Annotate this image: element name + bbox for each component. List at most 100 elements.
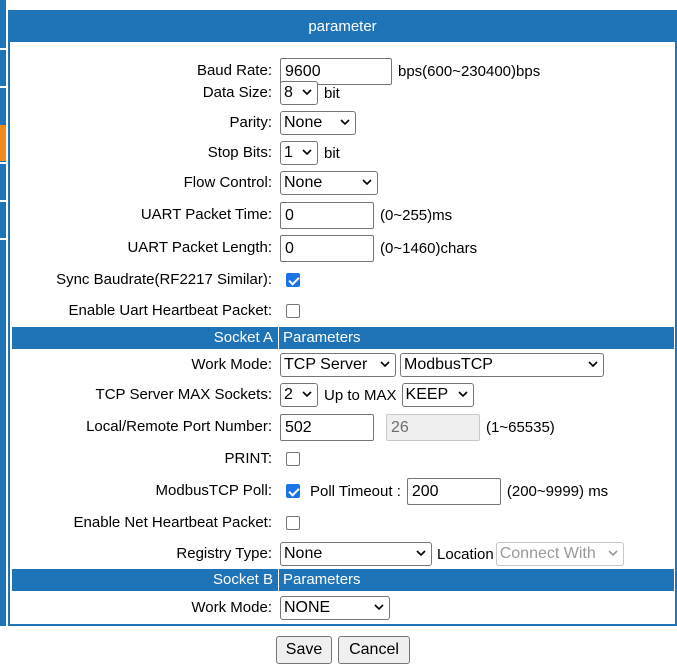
parity-select[interactable]: None (280, 111, 356, 135)
data-size-select[interactable]: 8 (280, 81, 318, 105)
nav-active-indicator[interactable] (0, 125, 6, 161)
row-socket-b-work-mode: Work Mode: NONE (10, 593, 675, 623)
row-max-sockets: TCP Server MAX Sockets: 2 Up to MAX KEEP (10, 380, 675, 410)
socket-b-work-mode-value: NONE (284, 599, 331, 616)
row-flow-control: Flow Control: None (10, 168, 675, 198)
max-sockets-label: TCP Server MAX Sockets: (95, 386, 272, 403)
port-range: (1~65535) (486, 418, 555, 436)
row-socket-a-work-mode: Work Mode: TCP Server ModbusTCP (10, 350, 675, 380)
registry-type-select[interactable]: None (280, 542, 432, 566)
location-select: Connect With (495, 542, 624, 566)
save-button[interactable]: Save (276, 636, 332, 664)
socket-a-work-mode-label: Work Mode: (191, 356, 272, 373)
row-sync-baudrate: Sync Baudrate(RF2217 Similar): (10, 265, 675, 295)
nav-separator (0, 162, 6, 164)
socket-a-header-params: Parameters (278, 327, 361, 349)
row-packet-time: UART Packet Time: 0 (0~255)ms (10, 200, 675, 230)
socket-a-header-label: Socket A (213, 329, 273, 346)
socket-b-work-mode-select[interactable]: NONE (280, 596, 390, 620)
parity-value: None (284, 114, 323, 131)
packet-time-input[interactable]: 0 (280, 201, 374, 229)
nav-separator (0, 238, 6, 240)
stop-bits-value: 1 (284, 144, 293, 161)
data-size-value: 8 (284, 84, 293, 101)
port-number-label: Local/Remote Port Number: (86, 418, 272, 435)
remote-port-input: 26 (386, 413, 480, 441)
row-port-number: Local/Remote Port Number: 502 26 (1~6553… (10, 412, 675, 442)
location-value: Connect With (499, 545, 596, 562)
row-stop-bits: Stop Bits: 1 bit (10, 138, 675, 168)
nav-separator (0, 86, 6, 88)
nav-separator (0, 200, 6, 202)
poll-timeout-input[interactable]: 200 (406, 477, 501, 505)
data-size-unit: bit (324, 84, 340, 102)
cancel-button[interactable]: Cancel (338, 636, 410, 664)
chevron-down-icon (588, 361, 598, 368)
max-sockets-policy-value: KEEP (405, 386, 449, 403)
chevron-down-icon (340, 119, 350, 126)
data-size-label: Data Size: (202, 84, 272, 101)
poll-timeout-label: Poll Timeout : (310, 482, 401, 500)
poll-timeout-range: (200~9999) ms (506, 482, 609, 500)
packet-time-label: UART Packet Time: (140, 206, 272, 223)
row-parity: Parity: None (10, 108, 675, 138)
left-nav-strip (0, 0, 6, 626)
row-uart-heartbeat: Enable Uart Heartbeat Packet: (10, 296, 675, 326)
max-sockets-policy-select[interactable]: KEEP (401, 383, 474, 407)
socket-a-work-mode-value: TCP Server (284, 356, 368, 373)
net-heartbeat-label: Enable Net Heartbeat Packet: (73, 514, 272, 531)
modbus-poll-checkbox[interactable] (286, 484, 300, 498)
chevron-down-icon (302, 89, 312, 96)
row-packet-length: UART Packet Length: 0 (0~1460)chars (10, 233, 675, 263)
packet-length-label: UART Packet Length: (127, 239, 272, 256)
parameter-panel: parameter Baud Rate: 9600 bps(600~230400… (8, 10, 677, 626)
uart-heartbeat-checkbox[interactable] (286, 304, 300, 318)
socket-b-header-label: Socket B (212, 571, 273, 588)
chevron-down-icon (374, 604, 384, 611)
socket-b-header: Socket B Parameters (12, 569, 674, 591)
registry-type-label: Registry Type: (176, 545, 272, 562)
row-data-size: Data Size: 8 bit (10, 78, 675, 108)
parity-label: Parity: (229, 114, 272, 131)
row-print: PRINT: (10, 444, 675, 474)
stop-bits-label: Stop Bits: (207, 144, 272, 161)
max-sockets-value: 2 (284, 386, 293, 403)
chevron-down-icon (457, 391, 468, 398)
chevron-down-icon (302, 149, 312, 156)
nav-separator (0, 48, 6, 50)
net-heartbeat-checkbox[interactable] (286, 516, 300, 530)
stop-bits-select[interactable]: 1 (280, 141, 318, 165)
flow-control-label: Flow Control: (183, 174, 272, 191)
chevron-down-icon (380, 361, 390, 368)
stop-bits-unit: bit (324, 144, 340, 162)
socket-a-header: Socket A Parameters (12, 327, 674, 349)
row-modbus-poll: ModbusTCP Poll: Poll Timeout : 200 (200~… (10, 476, 675, 506)
print-checkbox[interactable] (286, 452, 300, 466)
packet-length-input[interactable]: 0 (280, 234, 374, 262)
socket-a-work-mode-select[interactable]: TCP Server (280, 353, 396, 377)
local-port-input[interactable]: 502 (280, 413, 374, 441)
chevron-down-icon (416, 550, 426, 557)
chevron-down-icon (362, 179, 372, 186)
socket-b-work-mode-label: Work Mode: (191, 599, 272, 616)
flow-control-select[interactable]: None (280, 171, 378, 195)
uart-heartbeat-label: Enable Uart Heartbeat Packet: (68, 302, 272, 319)
socket-a-protocol-select[interactable]: ModbusTCP (400, 353, 604, 377)
panel-title: parameter (10, 12, 675, 42)
socket-a-protocol-value: ModbusTCP (404, 356, 493, 373)
sync-baudrate-checkbox[interactable] (286, 273, 300, 287)
max-sockets-select[interactable]: 2 (280, 383, 318, 407)
registry-type-value: None (284, 545, 323, 562)
packet-length-range: (0~1460)chars (380, 239, 478, 257)
row-registry-type: Registry Type: None Location Connect Wit… (10, 539, 675, 569)
location-label: Location (437, 545, 494, 563)
row-net-heartbeat: Enable Net Heartbeat Packet: (10, 508, 675, 538)
print-label: PRINT: (224, 450, 272, 467)
chevron-down-icon (608, 550, 618, 557)
flow-control-value: None (284, 174, 323, 191)
socket-b-header-params: Parameters (278, 569, 361, 591)
chevron-down-icon (302, 391, 312, 398)
modbus-poll-label: ModbusTCP Poll: (155, 482, 272, 499)
packet-time-range: (0~255)ms (380, 206, 453, 224)
sync-baudrate-label: Sync Baudrate(RF2217 Similar): (56, 271, 272, 288)
